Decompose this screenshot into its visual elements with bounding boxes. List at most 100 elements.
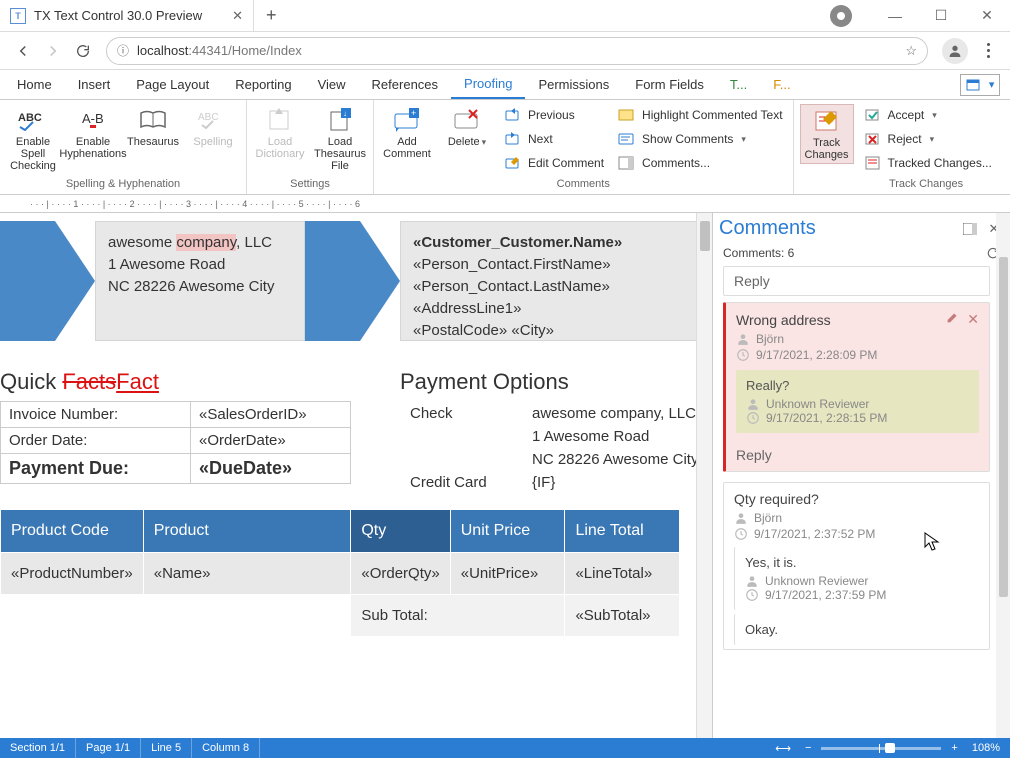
maximize-button[interactable]: ☐ <box>918 0 964 32</box>
comments-pane-button[interactable]: Comments... <box>614 152 787 174</box>
load-thesaurus-file-button[interactable]: ↓ Load Thesaurus File <box>313 104 367 172</box>
delete-comment-button[interactable]: Delete▾ <box>440 104 494 148</box>
quick-facts-heading: Quick FactsFact <box>0 369 400 395</box>
status-section[interactable]: Section 1/1 <box>0 738 76 758</box>
address-host: localhost <box>137 43 188 58</box>
overflow-arrow[interactable]: ▶ <box>1006 128 1010 150</box>
browser-tab[interactable]: T TX Text Control 30.0 Preview ✕ <box>0 0 254 31</box>
bookmark-star-icon[interactable]: ☆ <box>905 43 917 59</box>
next-comment-button[interactable]: Next <box>500 128 608 150</box>
clock-icon <box>734 527 748 541</box>
reload-icon <box>75 43 91 59</box>
credit-label: Credit Card <box>402 472 522 493</box>
comment2-reply2: Okay. <box>734 614 979 645</box>
status-line[interactable]: Line 5 <box>141 738 192 758</box>
panel-layout-icon[interactable] <box>960 219 980 239</box>
td-unit: «UnitPrice» <box>450 553 565 595</box>
page-view-icon <box>966 79 980 91</box>
chevron-down-icon: ▾ <box>989 78 995 91</box>
status-column[interactable]: Column 8 <box>192 738 260 758</box>
profile-avatar-icon[interactable] <box>942 38 968 64</box>
enable-hyph-label: Enable Hyphenations <box>59 136 126 160</box>
account-dot-icon[interactable] <box>830 5 852 27</box>
merge-fields-block[interactable]: «Customer_Customer.Name» «Person_Contact… <box>400 221 712 341</box>
accept-button[interactable]: Accept▾ <box>860 104 996 126</box>
comment2-author: Björn <box>754 511 782 525</box>
reload-button[interactable] <box>68 36 98 66</box>
pay-addr2: 1 Awesome Road <box>524 426 706 447</box>
payment-due-label: Payment Due: <box>1 454 191 484</box>
zoom-level[interactable]: 108% <box>962 738 1010 758</box>
svg-text:ABC: ABC <box>198 112 219 123</box>
scrollbar-thumb[interactable] <box>700 221 710 251</box>
reply-box-top[interactable]: Reply <box>723 266 990 296</box>
tab-page-layout[interactable]: Page Layout <box>123 70 222 99</box>
document-scrollbar[interactable] <box>696 213 712 738</box>
accept-icon <box>864 106 882 124</box>
zoom-thumb[interactable] <box>885 743 895 753</box>
tab-reporting[interactable]: Reporting <box>222 70 304 99</box>
edit-comment-button[interactable]: Edit Comment <box>500 152 608 174</box>
highlight-label: Highlight Commented Text <box>642 108 783 122</box>
comments-scrollbar[interactable] <box>996 213 1010 738</box>
tracked-changes-label: Tracked Changes... <box>888 156 992 170</box>
comments-btn-label: Comments... <box>642 156 710 170</box>
comments-panel: Comments ✕ Comments: 6 Reply Wrong addre… <box>712 213 1010 738</box>
load-thes-label: Load Thesaurus File <box>313 136 367 172</box>
horizontal-ruler[interactable]: · · · | · · · · 1 · · · · | · · · · 2 · … <box>0 195 1010 213</box>
zoom-slider[interactable] <box>821 747 941 750</box>
tab-insert[interactable]: Insert <box>65 70 124 99</box>
delete-comment-icon[interactable]: ✕ <box>967 311 979 328</box>
comments-scroll-thumb[interactable] <box>999 257 1008 597</box>
tab-proofing[interactable]: Proofing <box>451 70 525 99</box>
arrow-right-icon <box>44 42 62 60</box>
enable-spell-checking-button[interactable]: ABC Enable Spell Checking <box>6 104 60 172</box>
enable-hyphenations-button[interactable]: A-B Enable Hyphenations <box>66 104 120 160</box>
tab-form-fields[interactable]: Form Fields <box>622 70 717 99</box>
tracked-changes-button[interactable]: Tracked Changes... <box>860 152 996 174</box>
status-page[interactable]: Page 1/1 <box>76 738 141 758</box>
sh-button[interactable]: Sh <box>1006 152 1010 174</box>
tab-view[interactable]: View <box>305 70 359 99</box>
minimize-button[interactable]: — <box>872 0 918 32</box>
show-comments-button[interactable]: Show Comments▾ <box>614 128 787 150</box>
zoom-out-button[interactable]: − <box>801 738 815 758</box>
thesaurus-button[interactable]: Thesaurus <box>126 104 180 148</box>
previous-comment-button[interactable]: Previous <box>500 104 608 126</box>
comment1-reply-text: Really? <box>746 378 969 393</box>
document-canvas[interactable]: awesome company, LLC 1 Awesome Road NC 2… <box>0 213 712 637</box>
zoom-in-button[interactable]: + <box>947 738 961 758</box>
close-window-button[interactable]: ✕ <box>964 0 1010 32</box>
tab-t-overflow[interactable]: T... <box>717 70 760 99</box>
invoice-num-value: «SalesOrderID» <box>191 402 351 428</box>
back-button[interactable] <box>8 36 38 66</box>
tab-home[interactable]: Home <box>4 70 65 99</box>
add-comment-button[interactable]: + Add Comment <box>380 104 434 160</box>
reject-button[interactable]: Reject▾ <box>860 128 996 150</box>
comment1-reply-link[interactable]: Reply <box>726 439 989 471</box>
enable-spell-label: Enable Spell Checking <box>6 136 60 172</box>
track-changes-icon <box>811 107 843 135</box>
highlight-commented-button[interactable]: Highlight Commented Text <box>614 104 787 126</box>
prev-change-button[interactable]: P <box>1006 104 1010 126</box>
fit-width-icon[interactable]: ⟷ <box>765 738 801 758</box>
comment-prev-icon <box>504 106 522 124</box>
edit-comment-icon[interactable] <box>946 311 959 328</box>
order-date-value: «OrderDate» <box>191 428 351 454</box>
tab-f-overflow[interactable]: F... <box>760 70 803 99</box>
previous-label: Previous <box>528 108 575 122</box>
comment-card-2[interactable]: Qty required? Björn 9/17/2021, 2:37:52 P… <box>723 482 990 650</box>
track-changes-button[interactable]: Track Changes <box>800 104 854 164</box>
tab-permissions[interactable]: Permissions <box>525 70 622 99</box>
forward-button[interactable] <box>38 36 68 66</box>
view-mode-dropdown[interactable]: ▾ <box>960 74 1000 96</box>
browser-menu-button[interactable] <box>974 43 1002 58</box>
close-tab-icon[interactable]: ✕ <box>232 8 243 24</box>
spelling-label: Spelling <box>193 136 232 148</box>
company-address-block[interactable]: awesome company, LLC 1 Awesome Road NC 2… <box>95 221 305 341</box>
new-tab-button[interactable]: + <box>254 5 289 26</box>
address-field[interactable]: ⓘ localhost:44341/Home/Index ☆ <box>106 37 928 65</box>
company-line1-pre: awesome <box>108 234 176 251</box>
comment-card-1[interactable]: Wrong address ✕ Björn 9/17/2021, 2:28:09… <box>723 302 990 472</box>
tab-references[interactable]: References <box>359 70 451 99</box>
